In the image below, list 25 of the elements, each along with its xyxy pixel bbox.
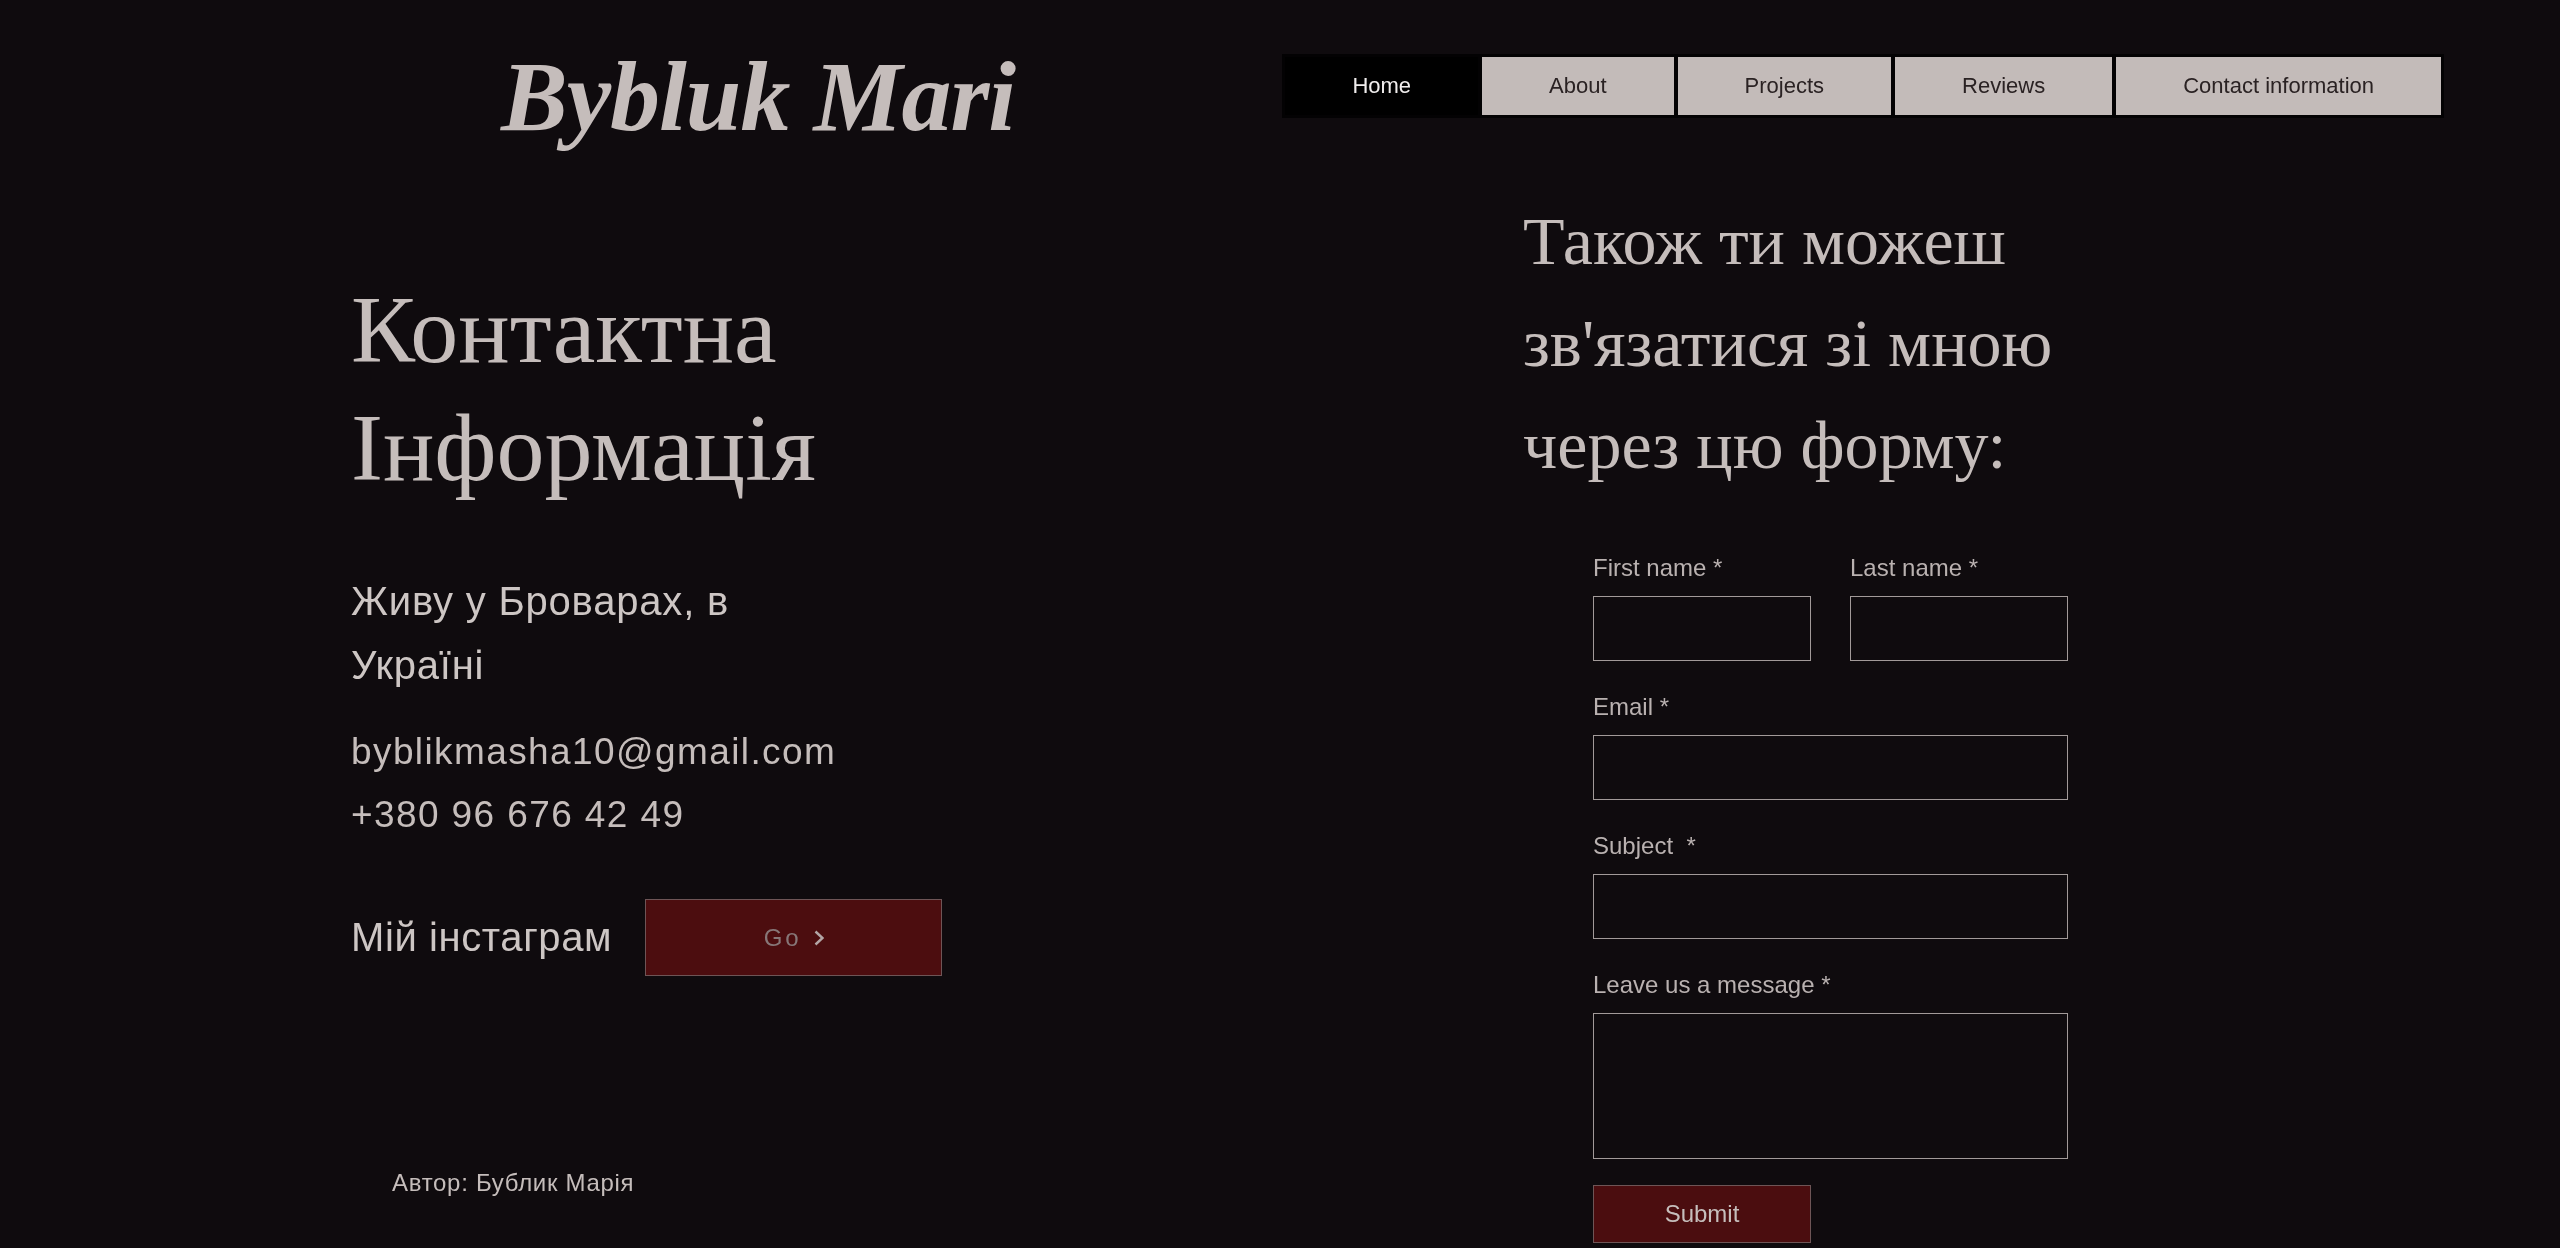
chevron-right-icon	[813, 929, 824, 946]
input-field[interactable]	[1593, 596, 1811, 661]
field-label: Subject *	[1593, 831, 1696, 861]
nav-tab[interactable]: Contact information	[2116, 57, 2441, 115]
author-text: Автор: Бублик Марія	[392, 1169, 635, 1197]
go-button[interactable]: Go	[645, 899, 943, 976]
page-heading: Контактна Інформація	[351, 275, 816, 503]
nav-tab[interactable]: Projects	[1677, 57, 1892, 115]
field-label: Email *	[1593, 692, 1670, 722]
instagram-label: Мій інстаграм	[351, 915, 613, 960]
message-field[interactable]	[1593, 1013, 2068, 1159]
logo-text: Bybluk Mari	[501, 42, 1016, 152]
phone-text: +380 96 676 42 49	[351, 793, 685, 837]
field-label: Last name *	[1850, 553, 1979, 583]
nav-tab[interactable]: Reviews	[1895, 57, 2113, 115]
input-field[interactable]	[1593, 735, 2068, 800]
field-label: Leave us a message *	[1593, 970, 1831, 1000]
nav-tab[interactable]: About	[1482, 57, 1674, 115]
submit-button[interactable]: Submit	[1593, 1185, 1811, 1243]
form-heading: Також ти можеш зв'язатися зі мною через цю форму:	[1523, 202, 2054, 485]
input-field[interactable]	[1850, 596, 2068, 661]
input-field[interactable]	[1593, 874, 2068, 939]
address-text: Живу у Броварах, в Україні	[351, 578, 731, 689]
email-text: byblikmasha10@gmail.com	[351, 730, 837, 774]
field-label: First name *	[1593, 553, 1723, 583]
